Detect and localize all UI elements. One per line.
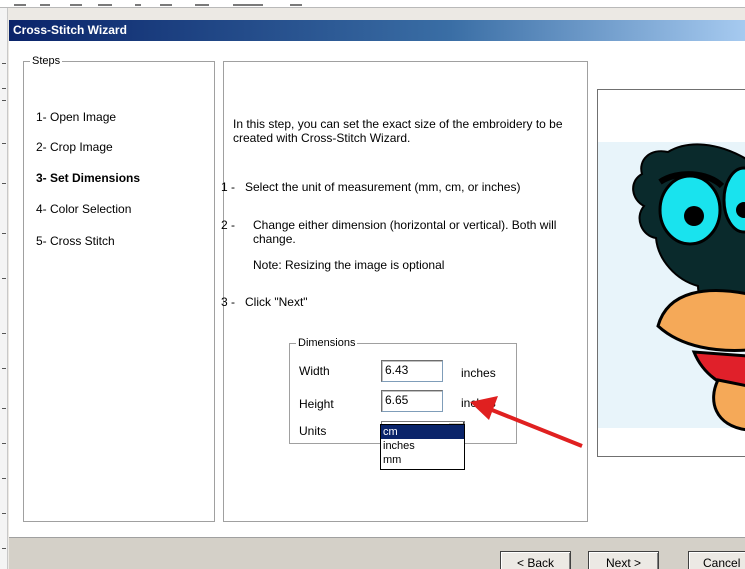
duck-image	[598, 142, 745, 431]
step-crop-image[interactable]: 2- Crop Image	[36, 140, 113, 154]
height-label: Height	[299, 397, 334, 411]
width-unit: inches	[461, 366, 496, 380]
height-unit: inches	[461, 396, 496, 410]
units-dropdown-list[interactable]: cm inches mm	[380, 424, 465, 470]
units-option-cm[interactable]: cm	[381, 425, 464, 439]
background-app-toolbar	[0, 0, 745, 8]
units-label: Units	[299, 424, 327, 438]
dimensions-group-label: Dimensions	[296, 336, 358, 350]
step-color-selection[interactable]: 4- Color Selection	[36, 202, 131, 216]
steps-group-label: Steps	[30, 54, 63, 68]
instruction-step-1: 1 - Select the unit of measurement (mm, …	[221, 180, 521, 194]
instruction-step-3: 3 - Click "Next"	[221, 295, 308, 309]
width-label: Width	[299, 364, 330, 378]
step-cross-stitch[interactable]: 5- Cross Stitch	[36, 234, 115, 248]
cancel-button[interactable]: Cancel	[688, 551, 745, 569]
image-preview	[597, 89, 745, 457]
units-option-inches[interactable]: inches	[381, 439, 464, 453]
height-input[interactable]: 6.65	[381, 390, 443, 412]
next-button[interactable]: Next >	[588, 551, 659, 569]
wizard-window: Cross-Stitch Wizard Steps 1- Open Image …	[9, 20, 745, 569]
step-open-image[interactable]: 1- Open Image	[36, 110, 116, 124]
steps-group: Steps 1- Open Image 2- Crop Image 3- Set…	[23, 54, 215, 522]
instruction-step-2-number: 2 -	[221, 218, 236, 232]
width-input[interactable]: 6.43	[381, 360, 443, 382]
window-title: Cross-Stitch Wizard	[9, 20, 745, 41]
instruction-step-2: Change either dimension (horizontal or v…	[253, 218, 557, 246]
intro-text: In this step, you can set the exact size…	[233, 117, 563, 145]
step-set-dimensions[interactable]: 3- Set Dimensions	[36, 171, 140, 185]
resize-note: Note: Resizing the image is optional	[253, 258, 445, 272]
units-option-mm[interactable]: mm	[381, 453, 464, 467]
wizard-content: Steps 1- Open Image 2- Crop Image 3- Set…	[9, 41, 745, 537]
back-button[interactable]: < Back	[500, 551, 571, 569]
background-app-ruler	[0, 8, 8, 569]
button-bar: < Back Next > Cancel	[9, 537, 745, 569]
